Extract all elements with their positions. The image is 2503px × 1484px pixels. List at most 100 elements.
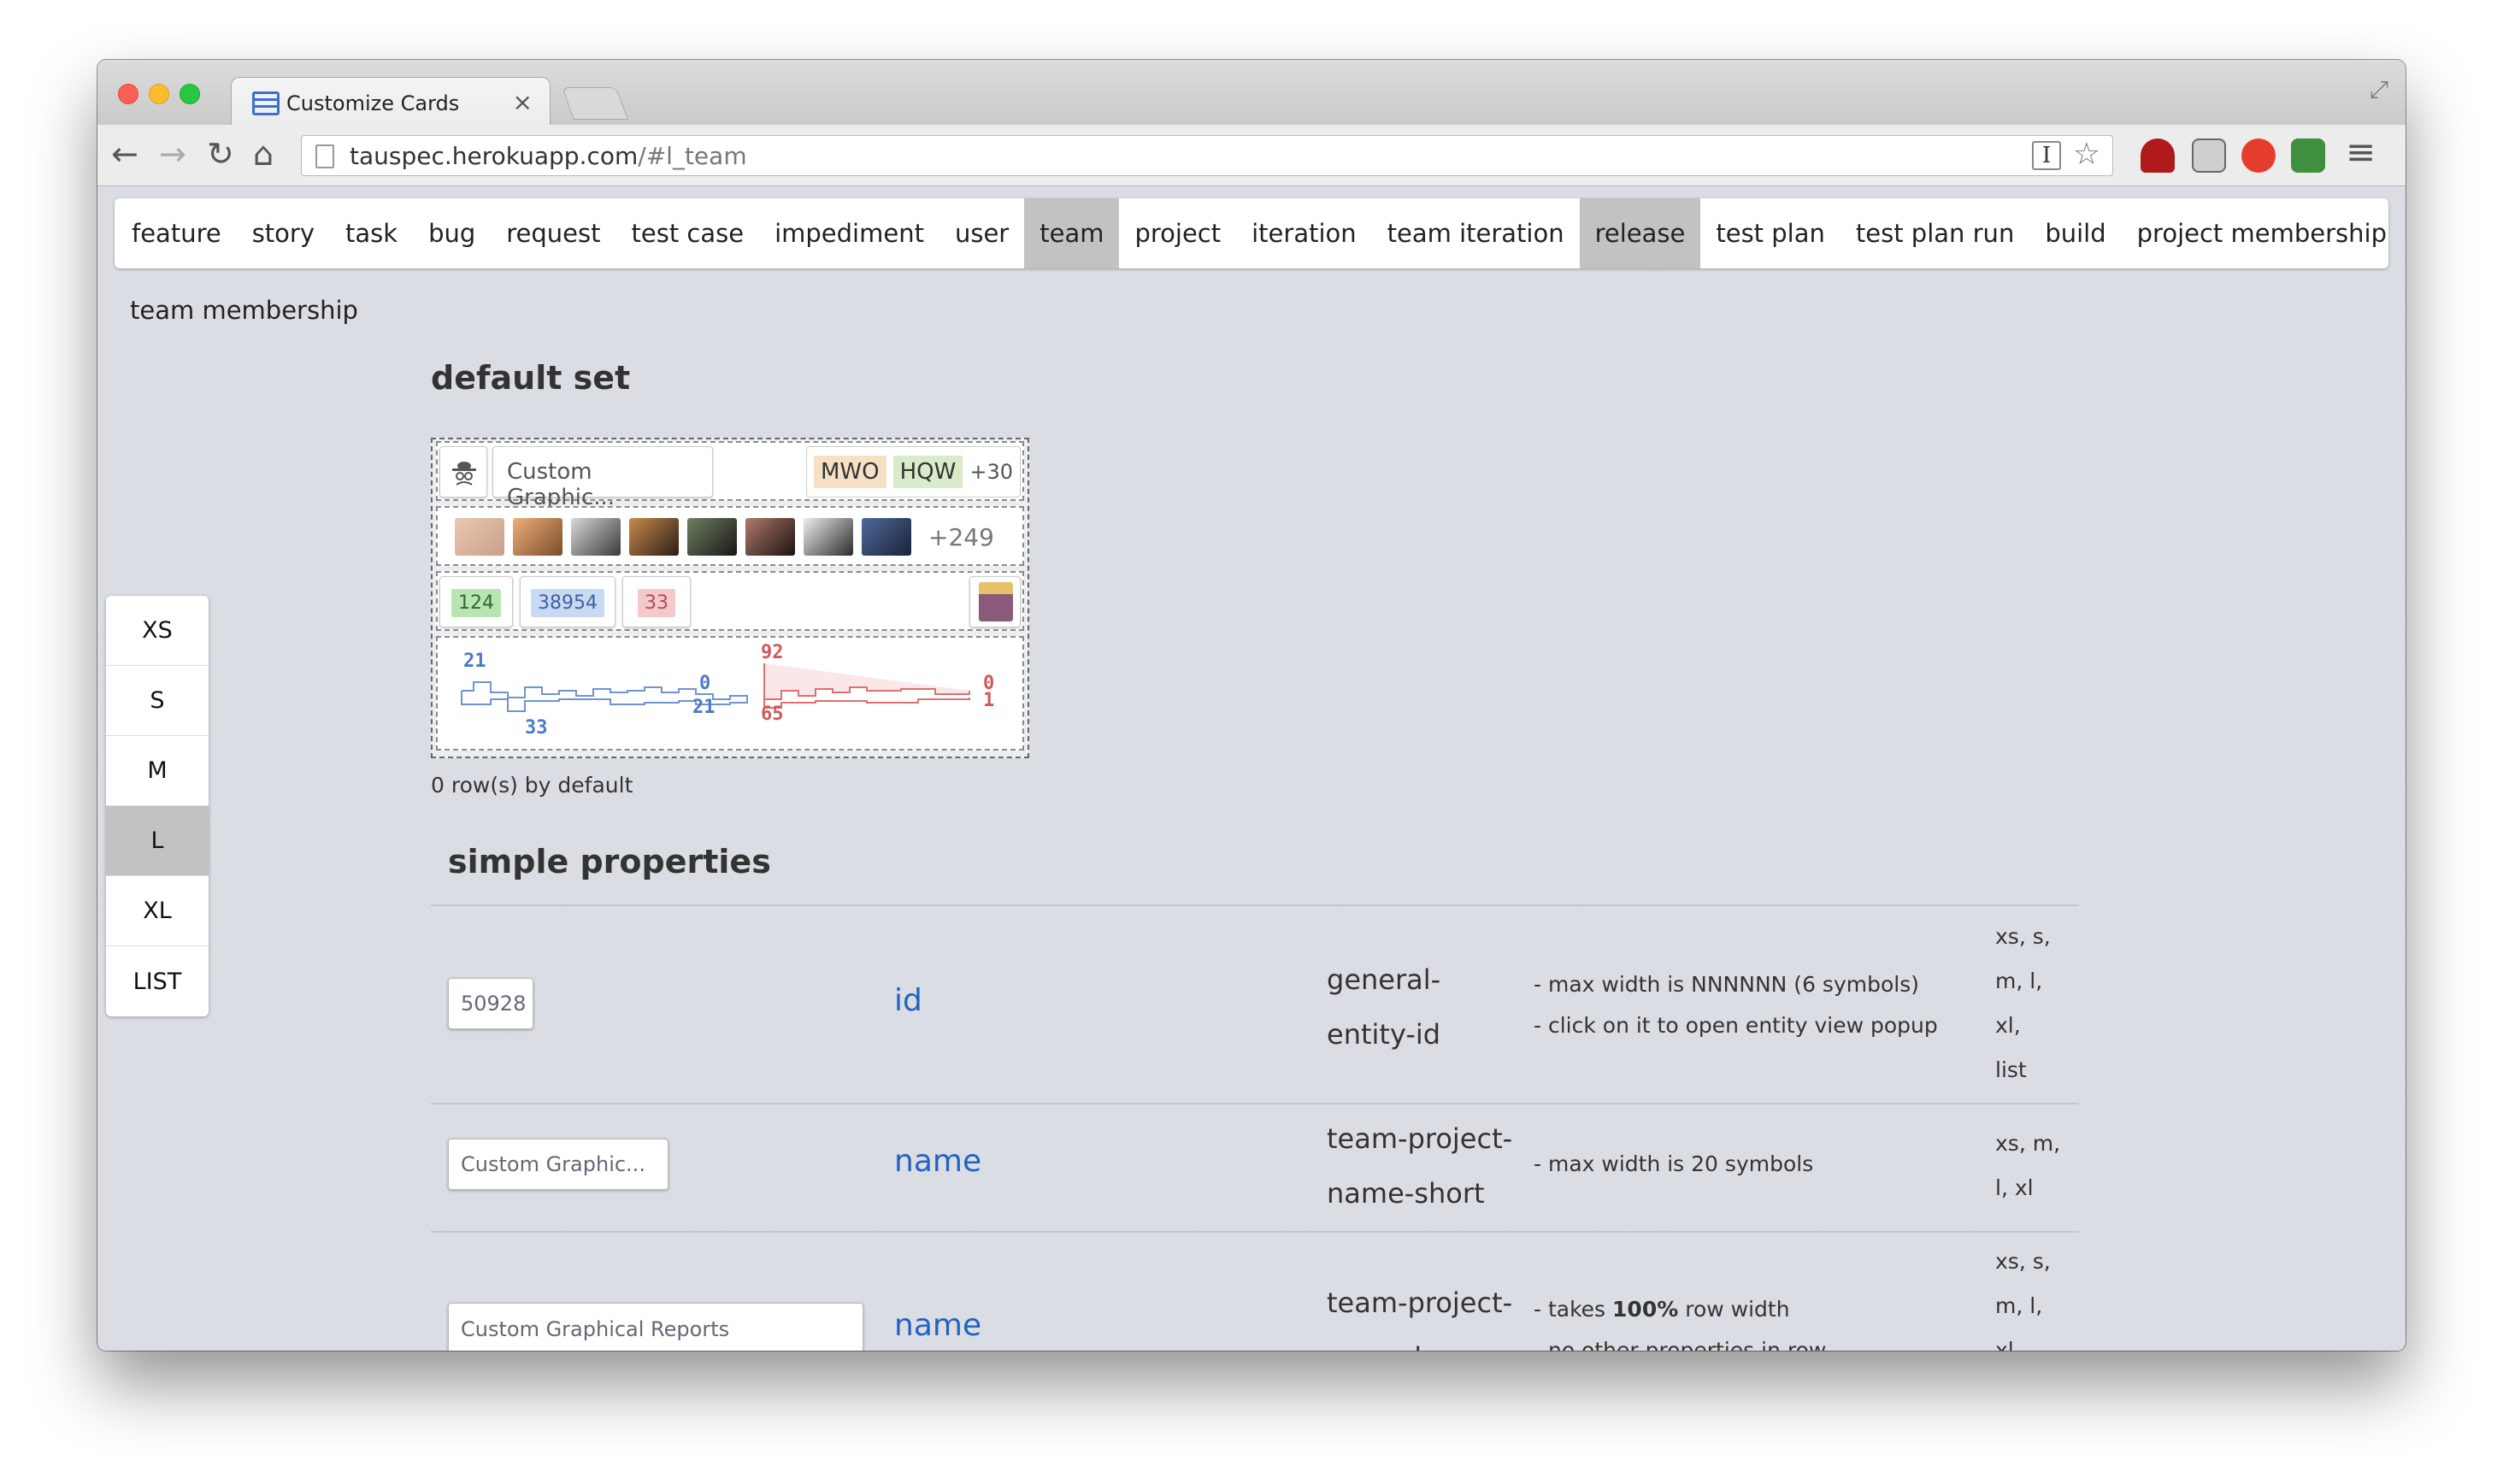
cards-favicon-icon (252, 91, 280, 115)
tab-strip: Customize Cards × ⤢ (97, 60, 2406, 127)
back-icon[interactable]: ← (111, 135, 138, 173)
property-sizes: xs, s, m, l, xl, list (1995, 1240, 2051, 1351)
url-text[interactable]: tauspec.herokuapp.com/#l_team (350, 142, 747, 170)
desc-bold: 100% (1612, 1297, 1679, 1322)
tab-bug[interactable]: bug (413, 198, 491, 268)
sizes-line: xs, s, (1995, 924, 2051, 949)
tab-team[interactable]: team (1024, 198, 1120, 268)
property-preview-chip[interactable]: Custom Graphic... (448, 1139, 668, 1190)
property-sizes: xs, s, m, l, xl, list (1995, 915, 2051, 1092)
tab-team-iteration[interactable]: team iteration (1372, 198, 1580, 268)
card-row-2: +249 (436, 506, 1024, 566)
property-id: team-project- name-short (1327, 1111, 1512, 1221)
tab-feature[interactable]: feature (116, 198, 237, 268)
red-sparkline (763, 663, 970, 700)
name-preview-chip[interactable]: Custom Graphic... (492, 446, 713, 510)
blue-right-top-label: 0 (699, 673, 710, 694)
zoom-window-button[interactable] (180, 84, 200, 104)
bugs-chip[interactable]: 33 (622, 576, 691, 627)
desc-post: row width (1678, 1297, 1790, 1322)
property-row: Custom Graphical Reports name team-proje… (431, 1231, 2079, 1351)
tag-label: HQW (892, 456, 963, 488)
forward-icon[interactable]: → (159, 135, 186, 173)
size-option-m[interactable]: M (106, 736, 209, 806)
size-option-s[interactable]: S (106, 666, 209, 736)
blue-bottom-label: 33 (525, 717, 548, 739)
avatar (804, 518, 853, 556)
tab-request[interactable]: request (491, 198, 615, 268)
user-avatars[interactable]: +249 (455, 516, 994, 557)
size-option-xs[interactable]: XS (106, 596, 209, 666)
tab-test-plan[interactable]: test plan (1700, 198, 1840, 268)
description-line: - click on it to open entity view popup (1534, 1013, 1938, 1038)
tab-project-membership[interactable]: project membership (2122, 198, 2402, 268)
tags-chip[interactable]: MWO HQW +30 (806, 446, 1021, 498)
sizes-line: xl, (1995, 1338, 2021, 1351)
tab-close-icon[interactable]: × (513, 88, 533, 116)
size-option-xl[interactable]: XL (106, 876, 209, 946)
fullscreen-icon[interactable]: ⤢ (2370, 75, 2388, 104)
entity-type-tabs: feature story task bug request test case imped… (115, 198, 2388, 268)
url-path: /#l_team (638, 142, 747, 170)
size-option-l[interactable]: L (106, 806, 209, 876)
sizes-line: list (1995, 1057, 2027, 1082)
tab-project[interactable]: project (1119, 198, 1236, 268)
tab-user[interactable]: user (939, 198, 1024, 268)
owner-chip[interactable] (969, 576, 1021, 627)
reload-icon[interactable]: ↻ (207, 135, 234, 173)
red-bottom-label: 65 (761, 704, 784, 725)
tags-more-count: +30 (969, 460, 1013, 484)
property-name: id (894, 983, 922, 1018)
close-window-button[interactable] (118, 84, 138, 104)
address-bar[interactable]: tauspec.herokuapp.com/#l_team I ☆ (301, 135, 2113, 176)
property-id-line: entity-id (1327, 1018, 1441, 1051)
tab-story[interactable]: story (237, 198, 330, 268)
simple-properties-heading: simple properties (448, 843, 771, 880)
property-id-line: team-project- (1327, 1122, 1513, 1155)
description-line: - max width is NNNNNN (6 symbols) (1534, 972, 1919, 997)
tab-iteration[interactable]: iteration (1236, 198, 1372, 268)
progress-chip[interactable]: 38954 (520, 576, 615, 627)
users-more-count: +249 (928, 522, 994, 551)
home-icon[interactable]: ⌂ (253, 135, 274, 173)
size-option-list[interactable]: LIST (106, 946, 209, 1016)
entity-icon-chip[interactable] (439, 446, 487, 498)
avatar (745, 518, 795, 556)
tab-team-membership[interactable]: team membership (130, 296, 358, 325)
property-preview-chip[interactable]: 50928 (448, 978, 533, 1029)
tab-title: Customize Cards (286, 91, 460, 115)
tab-release[interactable]: release (1579, 198, 1701, 268)
cast-icon[interactable] (2192, 138, 2226, 173)
property-preview-chip[interactable]: Custom Graphical Reports (448, 1303, 863, 1351)
bookmark-star-icon[interactable]: ☆ (2073, 137, 2100, 172)
property-id-line: general- (1327, 963, 1441, 996)
extension-icon[interactable] (2141, 138, 2175, 173)
menu-icon[interactable]: ≡ (2346, 133, 2376, 171)
minimize-window-button[interactable] (149, 84, 169, 104)
reader-icon[interactable]: I (2032, 141, 2061, 170)
tab-impediment[interactable]: impediment (759, 198, 939, 268)
tab-test-plan-run[interactable]: test plan run (1840, 198, 2029, 268)
property-row: 50928 id general- entity-id - max width … (431, 904, 2079, 1104)
effort-chip[interactable]: 124 (439, 576, 513, 627)
adblock-icon[interactable] (2241, 138, 2276, 173)
browser-tab[interactable]: Customize Cards × (231, 77, 551, 127)
avatar (513, 518, 562, 556)
card-preview: Custom Graphic... MWO HQW +30 +249 124 3… (431, 438, 1029, 758)
blue-top-label: 21 (463, 651, 486, 672)
tab-build[interactable]: build (2029, 198, 2121, 268)
property-description: - max width is NNNNNN (6 symbols) - clic… (1534, 964, 1938, 1046)
new-tab-button[interactable] (562, 87, 628, 120)
tab-task[interactable]: task (330, 198, 413, 268)
property-id-line: team-project- (1327, 1287, 1513, 1319)
puzzle-icon[interactable] (2291, 138, 2325, 173)
browser-toolbar: ← → ↻ ⌂ tauspec.herokuapp.com/#l_team I … (97, 125, 2406, 186)
url-host: tauspec.herokuapp.com (350, 142, 639, 170)
red-sparkline-lower (763, 698, 970, 709)
tab-test-case[interactable]: test case (616, 198, 760, 268)
card-row-4: 21 33 0 21 92 65 0 1 (436, 636, 1024, 751)
description-line: - max width is 20 symbols (1534, 1151, 1814, 1176)
red-right-bottom-label: 1 (983, 690, 994, 711)
sparkline-charts[interactable]: 21 33 0 21 92 65 0 1 (439, 639, 1021, 747)
owner-avatar (979, 582, 1013, 621)
